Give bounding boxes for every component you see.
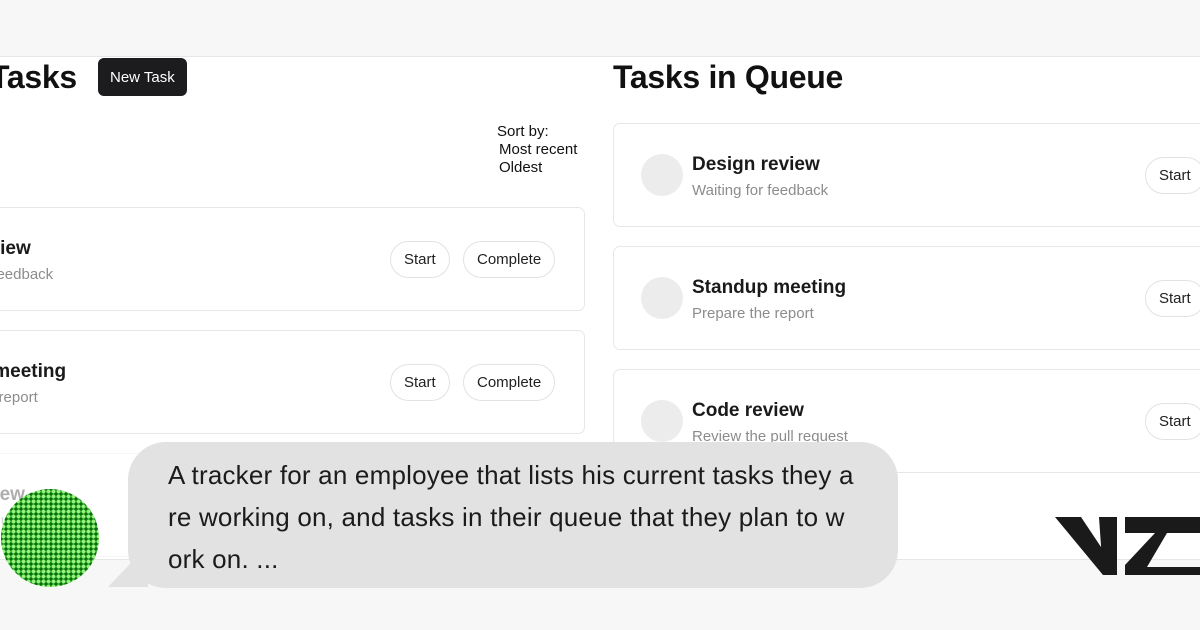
task-title: Design review: [0, 238, 31, 259]
start-button[interactable]: Start: [390, 241, 450, 278]
complete-button[interactable]: Complete: [463, 241, 556, 278]
sort-option-most-recent[interactable]: Most recent: [497, 141, 577, 159]
start-button[interactable]: Start: [1145, 157, 1200, 194]
task-subtitle: Prepare the report: [692, 305, 814, 322]
sort-control: Sort by: Most recent Oldest: [497, 123, 577, 177]
queue-task-card: Design review Waiting for feedback Start: [613, 123, 1200, 227]
start-button[interactable]: Start: [1145, 403, 1200, 440]
sort-option-oldest[interactable]: Oldest: [497, 159, 577, 177]
complete-button[interactable]: Complete: [463, 364, 556, 401]
task-avatar-icon: [641, 400, 683, 442]
task-title: Standup meeting: [0, 361, 67, 382]
caption-speech-bubble: A tracker for an employee that lists his…: [128, 442, 898, 588]
current-task-card: Standup meeting Prepare the report Start…: [0, 330, 585, 434]
current-task-card: Design review Waiting for feedback Start…: [0, 207, 585, 311]
caption-text: A tracker for an employee that lists his…: [168, 460, 854, 574]
task-title: Code review: [692, 400, 804, 421]
task-avatar-icon: [641, 154, 683, 196]
start-button[interactable]: Start: [1145, 280, 1200, 317]
start-button[interactable]: Start: [390, 364, 450, 401]
brand-logo-icon: [1055, 517, 1200, 575]
task-title: Standup meeting: [692, 277, 847, 298]
queue-task-card: Standup meeting Prepare the report Start: [613, 246, 1200, 350]
task-subtitle: Prepare the report: [0, 389, 38, 406]
user-avatar-icon: [1, 489, 99, 587]
task-title: Design review: [692, 154, 820, 175]
task-avatar-icon: [641, 277, 683, 319]
new-task-button[interactable]: New Task: [98, 58, 187, 96]
task-subtitle: Waiting for feedback: [0, 266, 54, 283]
sort-label: Sort by:: [497, 123, 549, 140]
task-subtitle: Waiting for feedback: [692, 182, 829, 199]
current-tasks-title: Tasks: [0, 59, 77, 95]
queue-title: Tasks in Queue: [613, 59, 843, 95]
